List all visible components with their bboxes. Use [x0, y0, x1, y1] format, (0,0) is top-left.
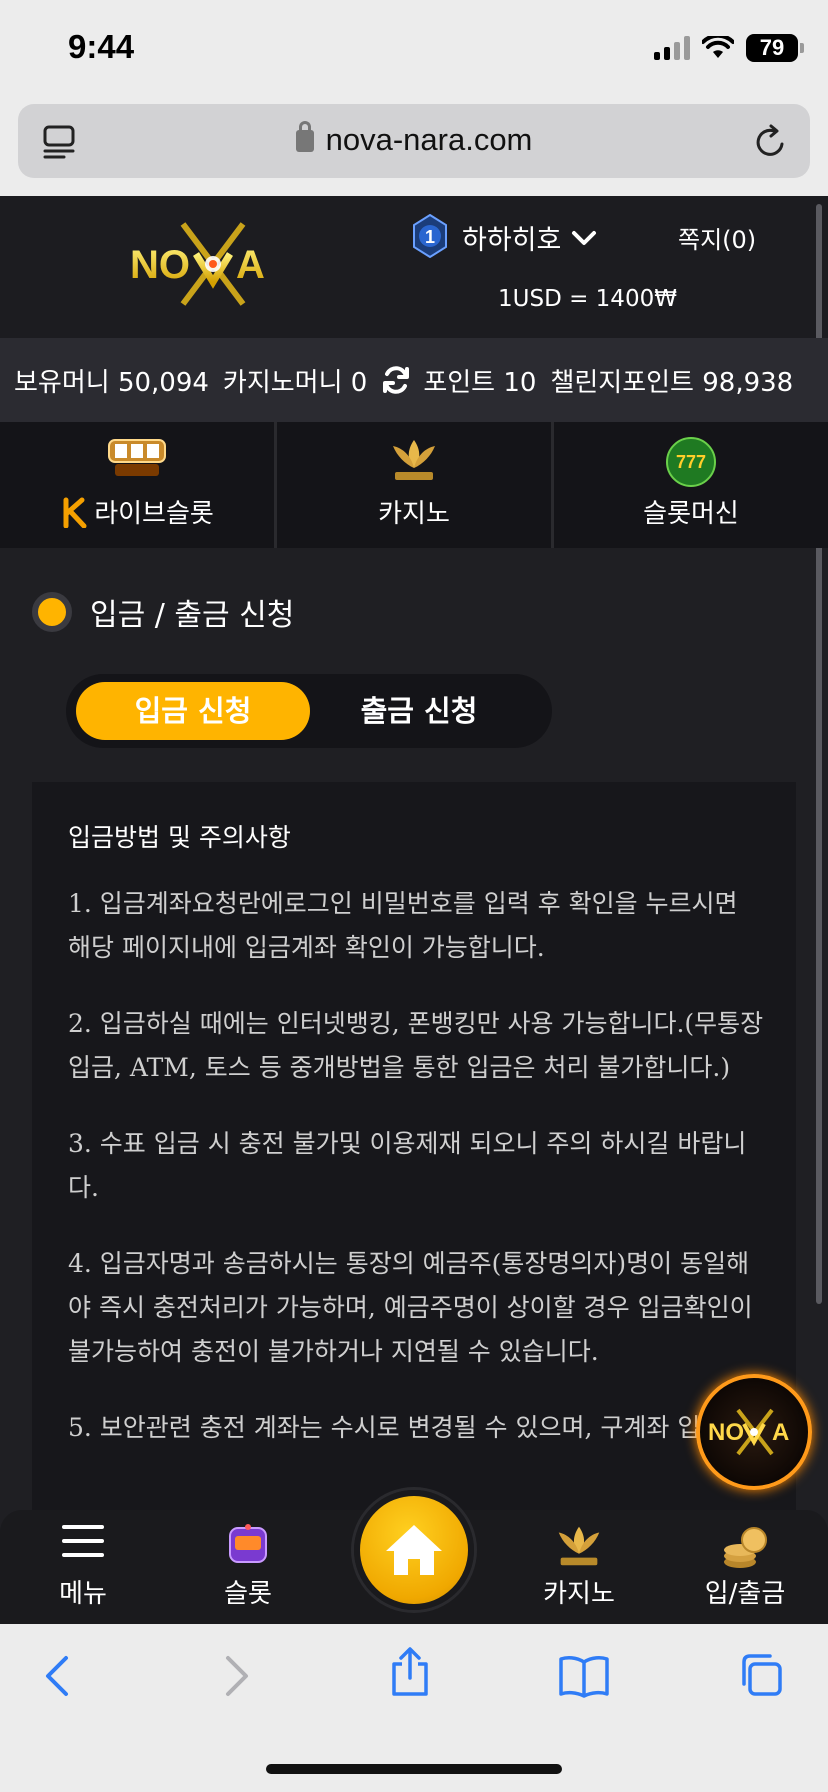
nav-label: 슬롯 [224, 1579, 272, 1609]
deposit-request-tab[interactable]: 입금 신청 [76, 682, 310, 740]
share-icon[interactable] [388, 1646, 432, 1698]
coin-stack-icon [724, 1527, 767, 1568]
wifi-icon [702, 36, 734, 58]
svg-text:777: 777 [676, 452, 706, 472]
tabs-icon[interactable] [736, 1652, 784, 1698]
address-bar[interactable]: nova-nara.com [18, 104, 810, 178]
notice-title: 입금방법 및 주의사항 [68, 823, 291, 852]
nav-menu[interactable]: 메뉴 [18, 1510, 148, 1624]
level-number: 1 [425, 227, 435, 247]
circle-bullet-icon [32, 592, 72, 632]
browser-toolbar [0, 1624, 828, 1792]
tab-casino[interactable]: 카지노 [277, 422, 554, 548]
bookmarks-icon[interactable] [558, 1654, 610, 1698]
username: 하하히호 [462, 225, 562, 256]
svg-text:A: A [772, 1419, 789, 1446]
holding-money: 보유머니 50,094 [14, 367, 209, 398]
tab-label: 카지노 [378, 499, 450, 529]
home-button[interactable] [354, 1490, 474, 1610]
floating-nova-button[interactable]: NO A [696, 1374, 812, 1490]
status-icons: 79 [654, 34, 804, 62]
nova-logo-small: NO A [708, 1408, 789, 1456]
nova-logo[interactable]: NO A [128, 214, 298, 314]
notice-item: 4. 입금자명과 송금하시는 통장의 예금주(통장명의자)명이 동일해야 즉시 … [68, 1249, 753, 1366]
777-slots-icon: 777 [666, 437, 716, 487]
status-bar: 9:44 79 [0, 0, 828, 100]
notice-item: 3. 수표 입금 시 충전 불가및 이용제재 되오니 주의 하시길 바랍니다. [68, 1129, 747, 1202]
svg-text:A: A [236, 243, 265, 287]
slot-machine-icon [229, 1524, 267, 1563]
tab-slot-machine[interactable]: 777 슬롯머신 [554, 422, 828, 548]
hamburger-menu-icon [62, 1525, 104, 1557]
k-slot-lotus-icon [558, 1526, 600, 1566]
nav-label: 입/출금 [704, 1579, 786, 1609]
points: 포인트 10 [423, 367, 537, 398]
withdraw-request-tab[interactable]: 출금 신청 [302, 682, 536, 740]
site-header: NO A 1 하하히호 쪽지(0) 1USD = 1400₩ [0, 196, 828, 1304]
nav-slot[interactable]: 슬롯 [183, 1510, 313, 1624]
notice-item: 2. 입금하실 때에는 인터넷뱅킹, 폰뱅킹만 사용 가능합니다.(무통장입금,… [68, 1009, 764, 1082]
chevron-down-icon [572, 230, 597, 245]
battery-icon: 79 [746, 34, 804, 62]
section-title: 입금 / 출금 신청 [90, 598, 295, 633]
user-menu[interactable]: 하하히호 [462, 218, 597, 257]
back-icon[interactable] [42, 1654, 72, 1698]
deposit-notice-panel: 입금방법 및 주의사항 1. 입금계좌요청란에로그인 비밀번호를 입력 후 확인… [32, 782, 796, 1522]
exchange-rate: 1USD = 1400₩ [498, 286, 677, 312]
casino-money: 카지노머니 0 [222, 367, 368, 398]
url-display[interactable]: nova-nara.com [18, 121, 810, 158]
notice-items: 1. 입금계좌요청란에로그인 비밀번호를 입력 후 확인을 누르시면 해당 페이… [68, 882, 764, 1482]
url-text: nova-nara.com [325, 122, 533, 157]
nav-casino[interactable]: 카지노 [514, 1510, 644, 1624]
notice-item: 5. 보안관련 충전 계좌는 수시로 변경될 수 있으며, 구계좌 입금 [68, 1413, 724, 1442]
browser-address-area: nova-nara.com [0, 100, 828, 196]
deposit-withdraw-toggle: 입금 신청 출금 신청 [66, 674, 552, 748]
lock-icon [295, 121, 314, 152]
live-slot-icon [108, 439, 166, 476]
tab-label: 슬롯머신 [643, 499, 739, 529]
challenge-points: 챌린지포인트 98,938 [550, 367, 794, 398]
k-slot-lotus-icon [393, 440, 435, 480]
tab-label: 라이브슬롯 [94, 499, 214, 529]
home-indicator [266, 1764, 562, 1774]
tab-live-slot[interactable]: 라이브슬롯 [0, 422, 277, 548]
svg-text:NO: NO [130, 243, 190, 287]
k-logo-icon [63, 497, 87, 528]
refresh-icon [383, 366, 410, 394]
reload-icon[interactable] [754, 124, 788, 160]
level-badge-icon: 1 [413, 214, 447, 258]
nav-label: 메뉴 [59, 1579, 107, 1609]
svg-text:NO: NO [708, 1419, 744, 1446]
home-icon [386, 1525, 442, 1575]
status-time: 9:44 [68, 28, 135, 65]
nav-label: 카지노 [543, 1579, 615, 1609]
balance-row: 보유머니 50,094 카지노머니 0 포인트 10 챌린지포인트 98,938 [0, 338, 828, 422]
notice-item: 1. 입금계좌요청란에로그인 비밀번호를 입력 후 확인을 누르시면 해당 페이… [68, 889, 738, 962]
section-header: 입금 / 출금 신청 [32, 590, 294, 634]
messages-link[interactable]: 쪽지(0) [678, 220, 756, 255]
nav-deposit-withdraw[interactable]: 입/출금 [680, 1510, 810, 1624]
refresh-balance-button[interactable] [381, 365, 411, 395]
cellular-signal-icon [654, 36, 690, 60]
category-tabs: 라이브슬롯 카지노 777 슬롯머신 [0, 422, 828, 548]
forward-icon[interactable] [222, 1654, 252, 1698]
